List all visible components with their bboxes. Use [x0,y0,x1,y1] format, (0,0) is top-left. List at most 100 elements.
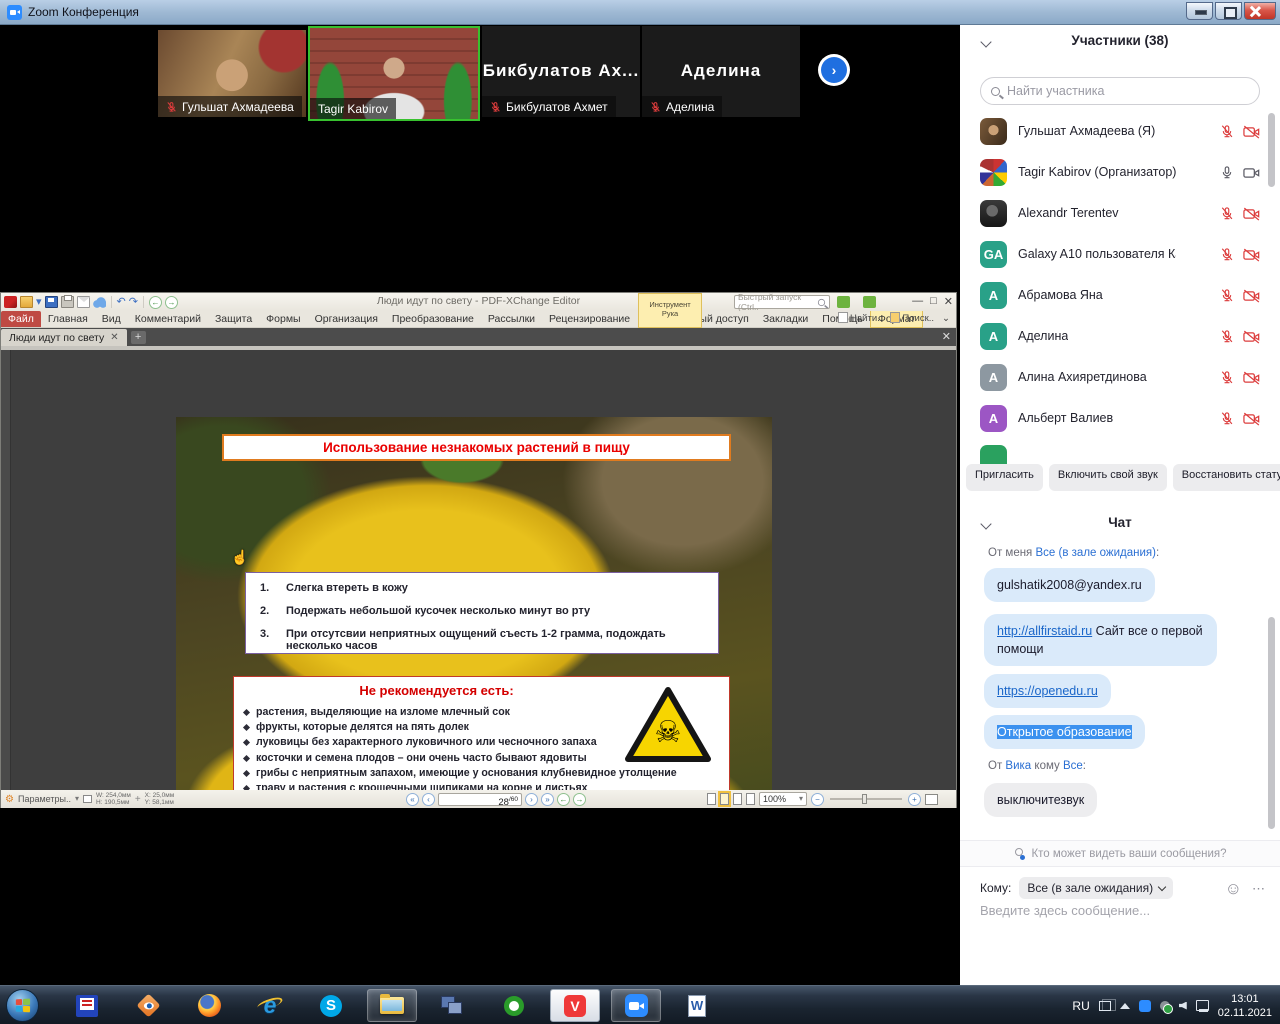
recipient-select[interactable]: Все (в зале ожидания) [1019,877,1173,899]
prev-view-button[interactable]: ← [557,793,570,806]
menu-convert[interactable]: Преобразование [385,311,481,327]
chat-more-button[interactable]: ⋯ [1252,881,1266,897]
participant-search[interactable] [980,77,1260,105]
participant-search-input[interactable] [1007,84,1237,98]
volume-icon[interactable] [1179,1002,1187,1010]
taskbar-item-internet-explorer[interactable]: e [245,989,295,1022]
taskbar-item-save-app[interactable] [62,989,112,1022]
page-number-input[interactable]: 28/60 [438,793,522,806]
menu-protect[interactable]: Защита [208,311,259,327]
recipient-link[interactable]: Все [1063,760,1083,772]
tray-expand-icon[interactable] [1120,1003,1130,1009]
menu-bookmarks[interactable]: Закладки [756,311,815,327]
participant-row[interactable]: A Альберт Валиев [960,398,1260,439]
first-page-button[interactable]: « [406,793,419,806]
language-indicator[interactable]: RU [1072,999,1089,1013]
participant-row[interactable]: Гульшат Ахмадеева (Я) [960,111,1260,152]
document-tab[interactable]: Люди идут по свету ✕ [1,329,127,346]
menu-home[interactable]: Главная [41,311,95,327]
last-page-button[interactable]: » [541,793,554,806]
grid-layout-icon[interactable] [746,793,755,805]
next-page-button[interactable]: › [525,793,538,806]
video-tile-gulshat[interactable]: Гульшат Ахмадеева [158,30,306,117]
prev-page-button[interactable]: ‹ [422,793,435,806]
recipient-link[interactable]: Все (в зале ожидания) [1036,547,1156,559]
taskbar-item-firefox[interactable] [184,989,234,1022]
close-button[interactable] [1244,2,1276,20]
zoom-slider-thumb[interactable] [862,794,867,804]
grid-view-icon[interactable] [863,296,876,308]
forward-icon[interactable]: → [165,296,178,309]
chat-message-input[interactable] [980,903,1270,918]
emoji-button[interactable]: ☺ [1225,879,1242,899]
fullscreen-icon[interactable] [925,794,938,805]
save-icon[interactable] [45,296,58,308]
taskbar-item-vivaldi-active[interactable]: V [550,989,600,1022]
network-icon[interactable] [1196,1000,1209,1011]
minimize-button[interactable] [1186,2,1213,20]
usb-tray-icon[interactable] [1160,1001,1170,1011]
pdf-minimize-button[interactable]: — [912,295,923,308]
print-icon[interactable] [61,296,74,308]
next-videos-button[interactable]: › [818,54,850,86]
taskbar-item-faststone[interactable] [123,989,173,1022]
next-view-button[interactable]: → [573,793,586,806]
menu-forms[interactable]: Формы [259,311,307,327]
taskbar-item-remote-desktop[interactable] [428,989,478,1022]
invite-button[interactable]: Пригласить [966,464,1043,491]
pdf-restore-button[interactable]: □ [930,295,937,308]
participant-row[interactable]: Tagir Kabirov (Организатор) [960,152,1260,193]
menu-review[interactable]: Рецензирование [542,311,637,327]
toolbar-chevron-icon[interactable]: ⌄ [942,313,950,324]
taskbar-item-explorer-active[interactable] [367,989,417,1022]
pdf-close-button[interactable]: ✕ [944,295,953,308]
zoom-slider[interactable] [830,798,902,800]
participant-row[interactable]: A Абрамова Яна [960,275,1260,316]
participant-row[interactable]: GA Galaxy A10 пользователя Ками... [960,234,1260,275]
participants-scrollbar[interactable] [1268,113,1275,187]
video-tile-adelina[interactable]: Аделина Аделина [642,26,800,117]
desktop-preview-icon[interactable] [1099,1001,1111,1011]
participant-row[interactable]: A Аделина [960,316,1260,357]
restore-status-button[interactable]: Восстановить стату [1173,464,1280,491]
search-button[interactable]: Поиск.. [890,312,934,324]
zoom-in-button[interactable]: + [908,793,921,806]
video-tile-bikbulatov[interactable]: Бикбулатов Ах... Бикбулатов Ахмет [482,26,640,117]
dropdown-caret[interactable]: ▾ [36,296,42,308]
chat-visibility-notice[interactable]: Кто может видеть ваши сообщения? [960,840,1280,867]
open-icon[interactable] [20,296,33,308]
zoom-level-select[interactable]: 100%▾ [759,792,807,806]
quick-launch-search[interactable]: Быстрый запуск (Ctrl.. [734,295,830,309]
cloud-icon[interactable] [93,296,106,308]
back-icon[interactable]: ← [149,296,162,309]
chat-scrollbar[interactable] [1268,617,1275,829]
taskbar-item-zoom-active[interactable] [611,989,661,1022]
document-view[interactable]: Использование незнакомых растений в пищу… [1,346,956,790]
taskbar-item-word[interactable]: W [672,989,722,1022]
email-icon[interactable] [77,296,90,308]
unmute-button[interactable]: Включить свой звук [1049,464,1167,491]
taskbar-item-skype[interactable]: S [306,989,356,1022]
menu-mailings[interactable]: Рассылки [481,311,542,327]
clock[interactable]: 13:01 02.11.2021 [1218,992,1272,1020]
undo-icon[interactable]: ↶ [117,296,126,308]
options-caret-icon[interactable]: ▾ [75,793,79,805]
menu-file[interactable]: Файл [1,311,41,327]
chat-link[interactable]: https://openedu.ru [997,684,1098,698]
single-page-layout-icon[interactable] [707,793,716,805]
participant-row[interactable]: A Алина Ахияретдинова [960,357,1260,398]
zoom-out-button[interactable]: − [811,793,824,806]
menu-view[interactable]: Вид [95,311,128,327]
sender-link[interactable]: Вика [1005,760,1031,772]
navigation-pane-strip[interactable] [1,350,11,790]
menu-comment[interactable]: Комментарий [128,311,208,327]
tabbar-close-icon[interactable]: ✕ [942,330,951,343]
redo-icon[interactable]: ↷ [129,296,138,308]
participant-row[interactable]: Alexandr Terentev [960,193,1260,234]
find-button[interactable]: Найти.. [838,312,882,324]
options-button[interactable]: Параметры.. [18,794,71,804]
two-page-layout-icon[interactable] [733,793,742,805]
chat-link[interactable]: http://allfirstaid.ru [997,624,1092,638]
video-tile-tagir-active-speaker[interactable]: Tagir Kabirov [308,26,480,121]
zoom-tray-icon[interactable] [1139,1000,1151,1012]
